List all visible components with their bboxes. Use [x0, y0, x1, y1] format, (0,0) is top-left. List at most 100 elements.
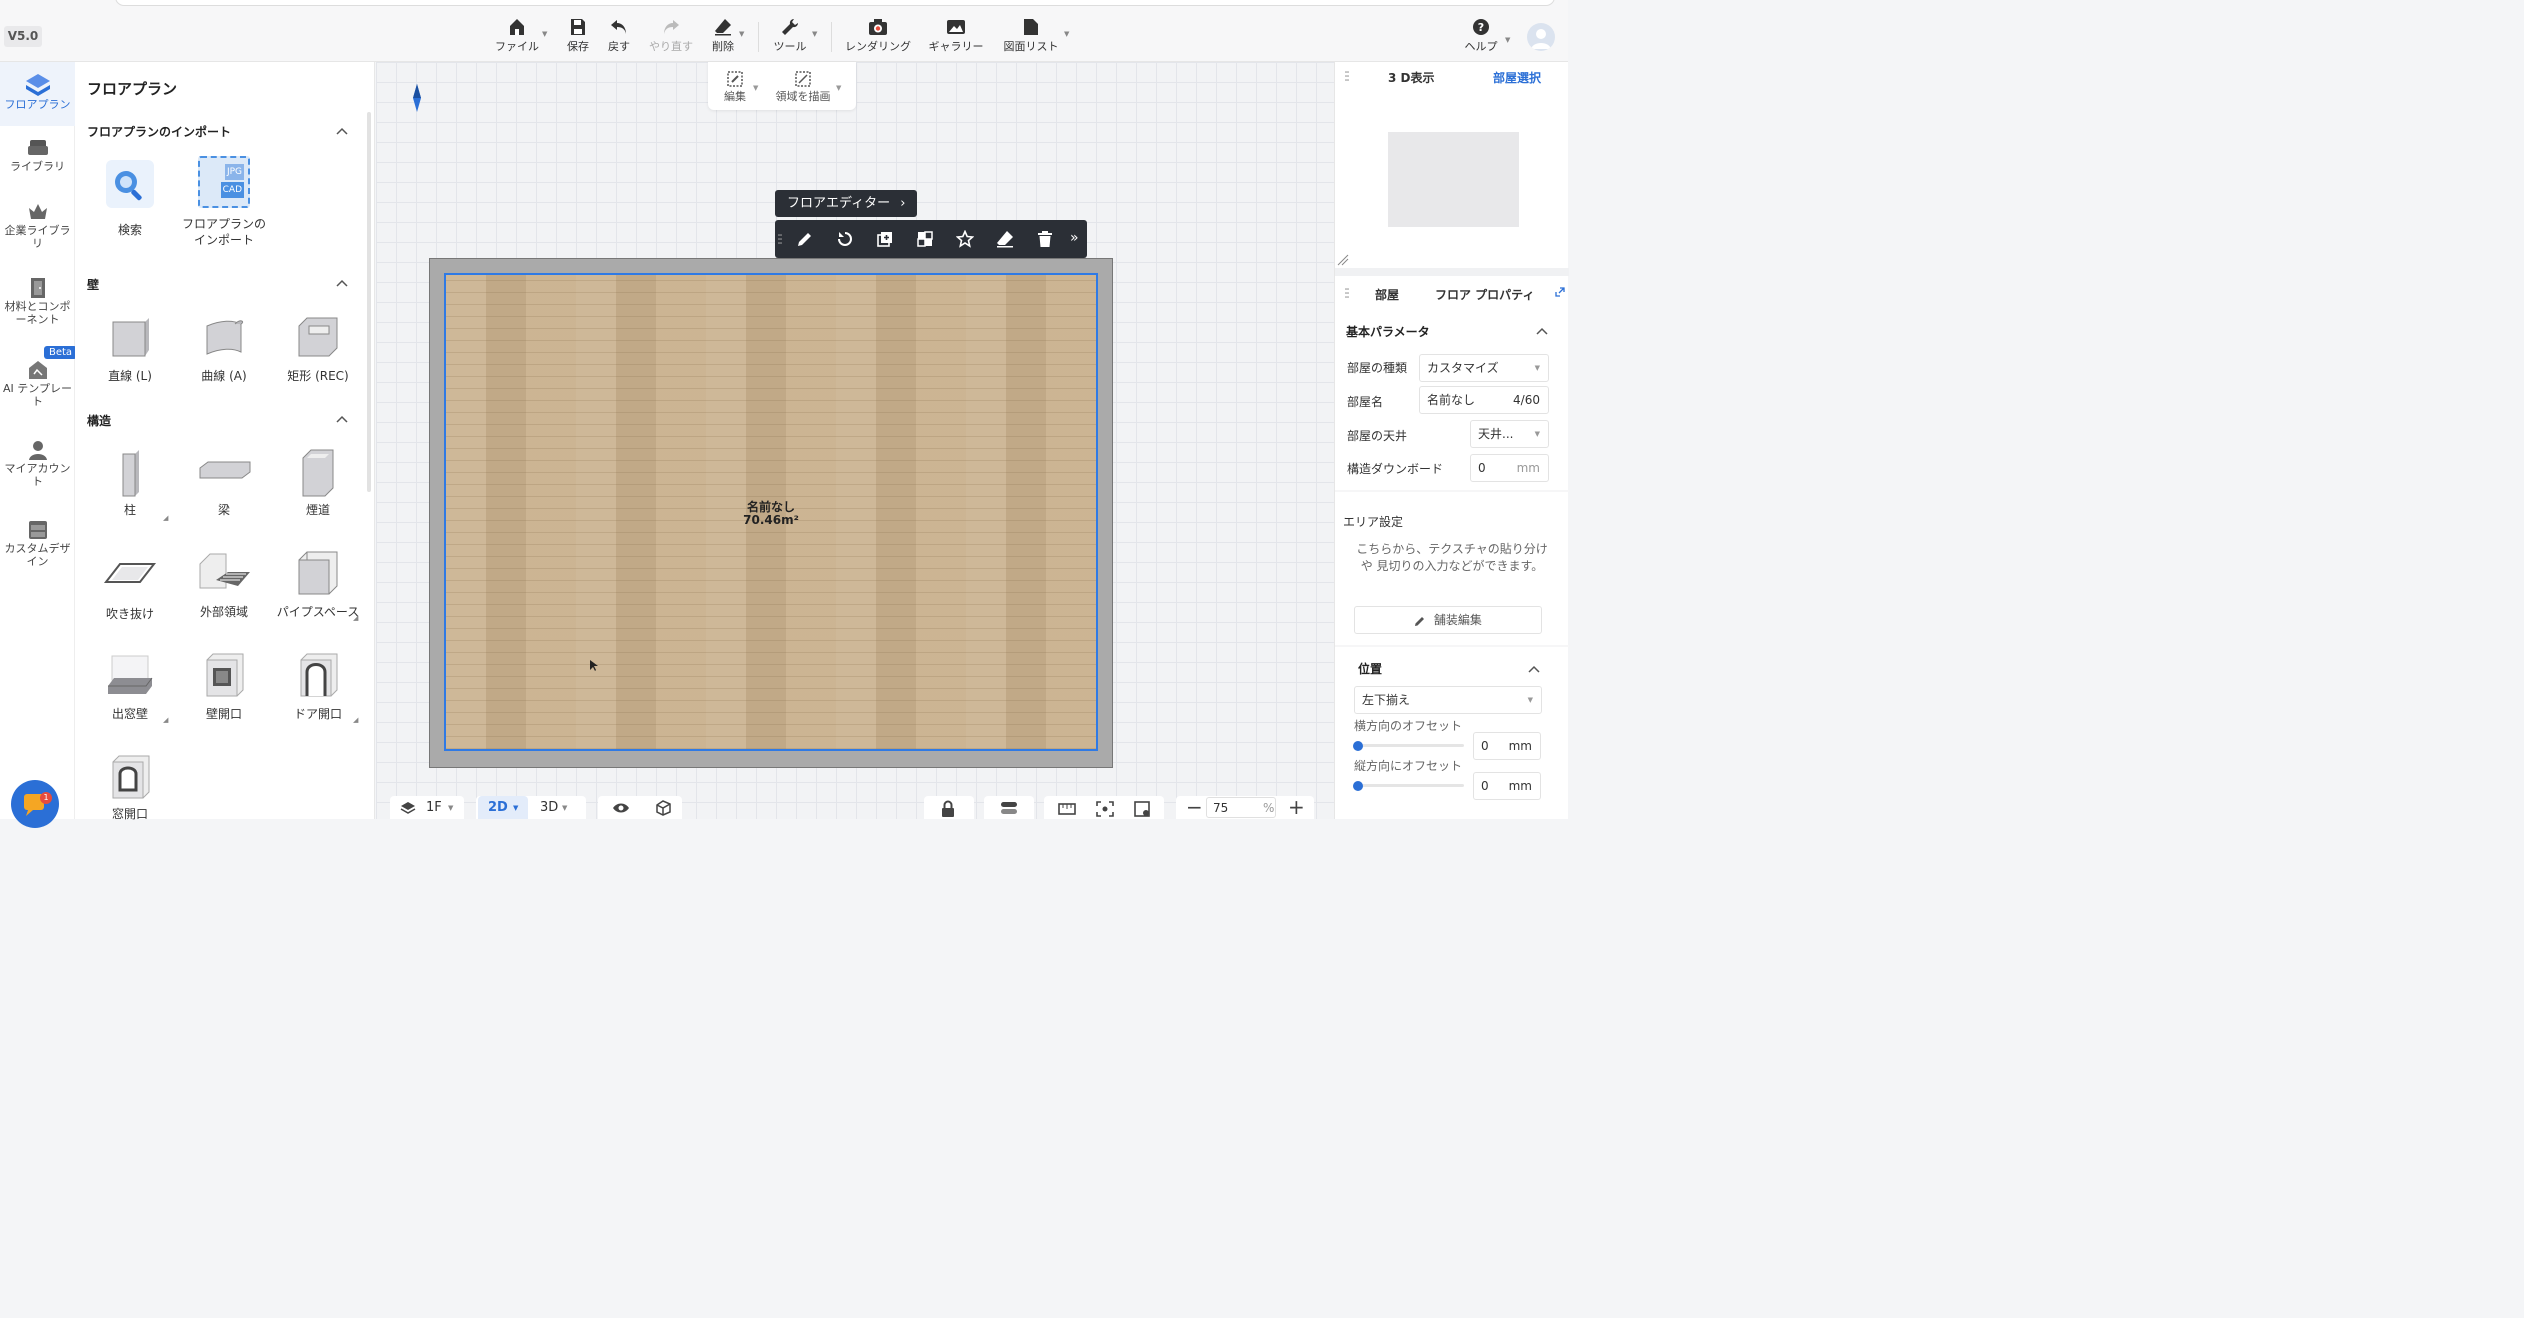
chat-button[interactable]: 1	[11, 780, 59, 828]
view-2d-button[interactable]: 2D ▼	[478, 796, 528, 819]
undo-button[interactable]: 戻す	[605, 18, 633, 56]
drawing-list-caret-icon: ▼	[1064, 30, 1070, 38]
cube-icon[interactable]	[654, 800, 672, 816]
rendering-button[interactable]: レンダリング	[843, 18, 913, 56]
more-tools-icon[interactable]: »	[1070, 230, 1079, 246]
design-canvas[interactable]: 編集 ▼ 領域を描画 ▼ 名前なし 70.46m² フロアエディター › » 1…	[376, 62, 1334, 819]
gallery-label: ギャラリー	[928, 40, 984, 53]
h-offset-slider-knob[interactable]	[1353, 741, 1363, 751]
chevron-up-icon[interactable]	[1535, 326, 1549, 336]
ruler-icon[interactable]	[1058, 801, 1076, 817]
preview-3d[interactable]	[1388, 132, 1519, 227]
chevron-up-icon[interactable]	[335, 126, 349, 136]
tools-button[interactable]: ツール ▼	[772, 18, 817, 56]
structure-void-item[interactable]: 吹き抜け	[85, 554, 175, 622]
gallery-button[interactable]: ギャラリー	[927, 18, 985, 56]
fit-view-icon[interactable]	[1096, 801, 1114, 817]
structure-pipe-space-item[interactable]: パイプスペース	[273, 550, 363, 620]
room-type-select[interactable]: カスタマイズ ▼	[1419, 354, 1549, 382]
chevron-up-icon[interactable]	[1527, 664, 1541, 674]
view3d-title[interactable]: 3 D表示	[1388, 69, 1435, 86]
ceiling-select[interactable]: 天井... ▼	[1470, 420, 1549, 448]
drag-handle-icon[interactable]	[1345, 287, 1349, 299]
toggle-tool[interactable]	[984, 796, 1034, 819]
view-3d-button[interactable]: 3D ▼	[534, 796, 582, 819]
ai-template-icon	[28, 361, 47, 379]
rect-wall-icon	[298, 317, 338, 357]
rail-item-ai-template[interactable]: AI テンプレート	[0, 358, 75, 424]
resize-handle-icon[interactable]	[1337, 254, 1349, 266]
svg-text:?: ?	[1478, 21, 1484, 34]
rail-item-floorplan[interactable]: フロアプラン	[0, 62, 75, 126]
structure-beam-item[interactable]: 梁	[179, 448, 269, 518]
structure-outdoor-item[interactable]: 外部領域	[179, 550, 269, 620]
rail-item-custom-design[interactable]: カスタムデザイン	[0, 518, 75, 580]
file-button[interactable]: ファイル ▼	[494, 18, 547, 56]
expand-icon[interactable]	[1555, 287, 1565, 297]
tab-floor-properties[interactable]: フロア プロパティ	[1435, 286, 1534, 303]
snapshot-icon[interactable]	[1134, 801, 1152, 817]
pavement-edit-button[interactable]: 舗装編集	[1354, 606, 1542, 634]
alignment-value: 左下揃え	[1362, 693, 1411, 707]
rail-item-my-account[interactable]: マイアカウント	[0, 438, 75, 498]
tab-room[interactable]: 部屋	[1375, 286, 1399, 303]
rail-item-materials[interactable]: 材料とコンポーネント	[0, 276, 75, 342]
import-floorplan-item[interactable]: JPG CAD フロアプランのインポート	[179, 156, 269, 248]
chevron-up-icon[interactable]	[335, 414, 349, 424]
help-button[interactable]: ? ヘルプ	[1463, 18, 1499, 56]
rail-item-enterprise-library[interactable]: 企業ライブラリ	[0, 200, 75, 262]
zoom-input[interactable]: 75 %	[1206, 797, 1276, 818]
floor-editor-button[interactable]: フロアエディター ›	[775, 190, 918, 217]
zoom-value: 75	[1213, 801, 1229, 815]
zoom-in-button[interactable]: +	[1288, 796, 1305, 818]
eye-icon[interactable]	[612, 802, 630, 814]
redo-button[interactable]: やり直す	[648, 18, 694, 56]
structure-window-opening-item[interactable]: 窓開口	[85, 754, 175, 822]
v-offset-slider-knob[interactable]	[1353, 781, 1363, 791]
wall-rect-item[interactable]: 矩形 (REC)	[273, 314, 363, 384]
structure-column-item[interactable]: 柱	[85, 448, 175, 518]
duplicate-icon[interactable]	[876, 230, 894, 248]
delete-button[interactable]: 削除 ▼	[709, 18, 744, 56]
floor-selector[interactable]: 1F ▼	[390, 796, 464, 819]
v-offset-input[interactable]: 0 mm	[1473, 772, 1541, 800]
h-offset-value: 0	[1481, 739, 1489, 753]
split-room-icon[interactable]	[916, 230, 934, 248]
h-offset-slider[interactable]	[1354, 744, 1464, 747]
structure-bay-window-item[interactable]: 出窓壁	[85, 652, 175, 722]
panel-scrollbar[interactable]	[367, 112, 371, 492]
v-offset-slider[interactable]	[1354, 784, 1464, 787]
search-item[interactable]: 検索	[85, 156, 175, 238]
room-name-input[interactable]: 名前なし 4/60	[1419, 386, 1549, 414]
lock-tool[interactable]	[924, 796, 974, 819]
h-offset-input[interactable]: 0 mm	[1473, 732, 1541, 760]
v-offset-value: 0	[1481, 779, 1489, 793]
drag-handle-icon[interactable]	[1345, 70, 1349, 82]
structure-flue-item[interactable]: 煙道	[273, 448, 363, 518]
alignment-select[interactable]: 左下揃え ▼	[1354, 686, 1542, 714]
structure-door-opening-item[interactable]: ドア開口	[273, 652, 363, 722]
trash-icon[interactable]	[1036, 230, 1054, 248]
wall-curved-item[interactable]: 曲線 (A)	[179, 314, 269, 384]
rail-item-library[interactable]: ライブラリ	[0, 136, 75, 186]
drag-handle-icon[interactable]	[778, 233, 782, 245]
select-room-link[interactable]: 部屋選択	[1493, 69, 1541, 86]
chevron-up-icon[interactable]	[335, 278, 349, 288]
star-icon[interactable]	[956, 230, 974, 248]
eraser-icon[interactable]	[996, 230, 1014, 248]
rotate-icon[interactable]	[836, 230, 854, 248]
delete-label: 削除	[712, 40, 734, 53]
avatar[interactable]	[1527, 23, 1555, 51]
save-button[interactable]: 保存	[564, 18, 592, 56]
edit-button[interactable]: 編集	[718, 70, 752, 104]
wall-straight-item[interactable]: 直線 (L)	[85, 314, 175, 384]
room-floor[interactable]: 名前なし 70.46m²	[444, 273, 1098, 751]
lock-icon	[942, 800, 954, 817]
structure-wall-opening-item[interactable]: 壁開口	[179, 652, 269, 722]
pencil-icon[interactable]	[796, 230, 814, 248]
drawing-list-button[interactable]: 図面リスト ▼	[1002, 18, 1069, 56]
area-settings-title: エリア設定	[1343, 515, 1404, 529]
draw-area-button[interactable]: 領域を描画	[772, 70, 834, 104]
zoom-out-button[interactable]: −	[1186, 796, 1203, 818]
downboard-input[interactable]: 0 mm	[1470, 454, 1549, 482]
